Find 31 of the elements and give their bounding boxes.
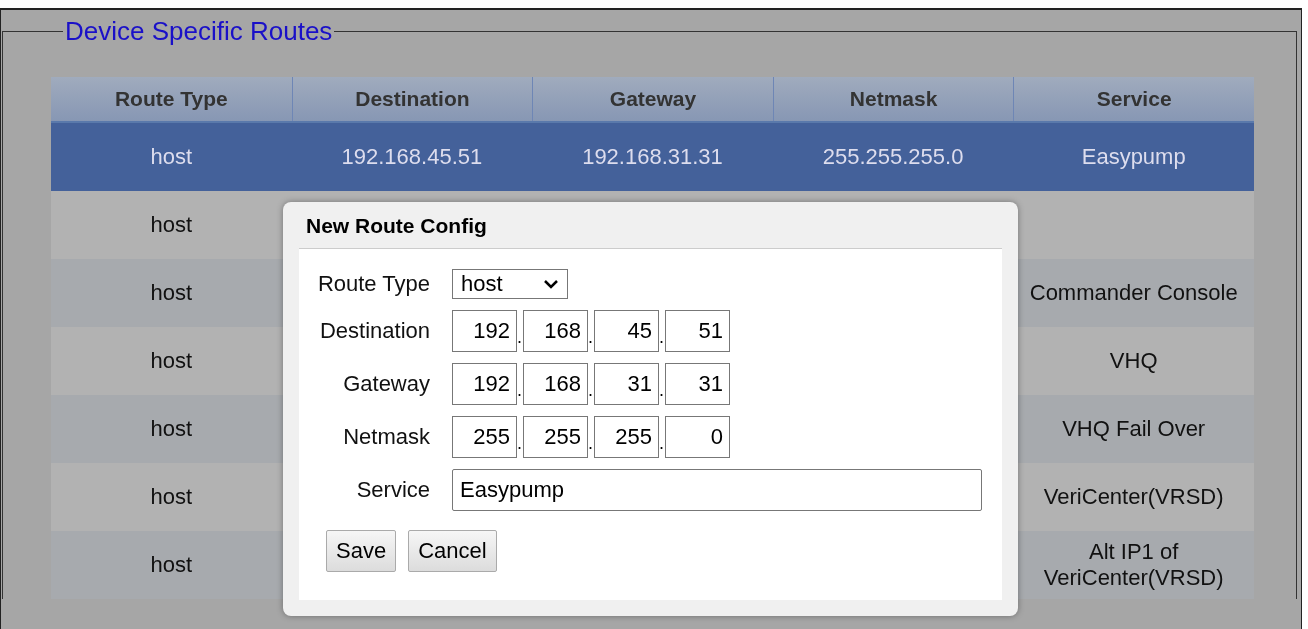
table-cell: 192.168.31.31 (582, 144, 723, 170)
table-cell-text: Alt IP1 of VeriCenter(VRSD) (1042, 539, 1225, 591)
table-cell: host (150, 144, 193, 170)
octet-separator: . (517, 327, 523, 348)
field-label: Route Type (316, 271, 430, 297)
field-label: Service (355, 477, 430, 503)
field-label: Destination (318, 318, 430, 344)
section-legend: Device Specific Routes (63, 16, 335, 47)
octet-separator: . (517, 380, 523, 401)
table-cell: host (150, 348, 193, 374)
table-cell: host (150, 212, 193, 238)
octet-separator: . (588, 380, 594, 401)
table-cell: VHQ Fail Over (1062, 416, 1206, 442)
table-cell: host (150, 416, 193, 442)
octet-separator: . (659, 380, 665, 401)
field-label: Netmask (342, 424, 430, 450)
table-cell: host (150, 280, 193, 306)
octet-separator: . (588, 327, 594, 348)
table-cell: host (150, 484, 193, 510)
table-cell: VeriCenter(VRSD) (1043, 484, 1224, 510)
table-cell: 192.168.45.51 (341, 144, 483, 170)
table-cell: VHQ (1109, 348, 1158, 374)
octet-separator: . (588, 433, 594, 454)
octet-separator: . (659, 433, 665, 454)
table-cell: Commander Console (1029, 280, 1238, 306)
field-label: Gateway (342, 371, 430, 397)
table-cell: Easypump (1081, 144, 1186, 170)
octet-separator: . (659, 327, 665, 348)
octet-separator: . (517, 433, 523, 454)
table-cell: 255.255.255.0 (822, 144, 964, 170)
table-cell: host (150, 552, 193, 578)
